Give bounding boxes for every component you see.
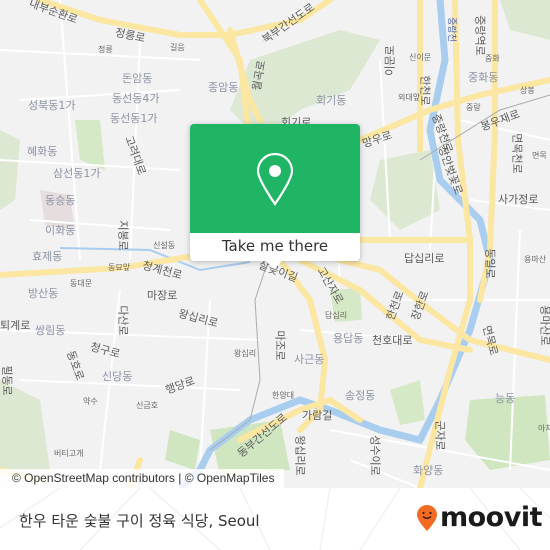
station-label: 아차산: [538, 424, 550, 433]
station-label: 신금호: [136, 401, 159, 410]
station-label: 신이문: [409, 53, 432, 62]
station-label: 답십리: [325, 311, 348, 320]
road-label: 답십리로: [404, 252, 445, 265]
road-label: 성수이로: [368, 435, 382, 476]
station-label: 신설동: [153, 241, 176, 250]
district-label: 쌍림동: [35, 324, 66, 337]
district-label: 화양동: [413, 464, 444, 477]
district-label: 회기동: [316, 94, 347, 107]
district-label: 이화동: [45, 224, 76, 237]
road-label: 한천로: [418, 75, 432, 106]
road-label: 다산로: [116, 305, 130, 336]
station-label: 정릉: [98, 45, 113, 54]
map-view[interactable]: 돈암동 동선동4가 동선동1가 성북동1가 혜화동 삼선동1가 동승동 이화동 …: [0, 0, 550, 488]
road-label: 군자로: [433, 420, 447, 451]
district-label: 성북동1가: [28, 99, 76, 112]
popup-pointer: [265, 260, 283, 269]
moovit-wordmark: moovit: [440, 502, 543, 533]
station-label: 왕십리: [234, 349, 257, 358]
road-label: 마조로: [273, 330, 287, 361]
district-label: 효제동: [32, 250, 63, 263]
district-label: 용답동: [333, 332, 364, 345]
station-label: 중화: [485, 54, 500, 63]
road-label: 동일로: [483, 248, 497, 279]
road-label: 사가정로: [498, 193, 539, 206]
district-label: 혜화동: [27, 145, 58, 158]
station-label: 버티고개: [54, 449, 84, 458]
station-label: 상봉: [520, 86, 535, 95]
district-label: 사근동: [294, 353, 325, 366]
road-label: 필동로: [0, 365, 14, 396]
district-label: 중화동: [468, 71, 499, 84]
road-label: 퇴계로: [0, 319, 31, 332]
moovit-pin-icon: [417, 504, 437, 531]
road-label: 지봉로: [116, 220, 130, 251]
district-label: 송정동: [345, 389, 376, 402]
road-label: 왕십리로: [293, 435, 307, 476]
station-label: 외대앞: [398, 93, 421, 102]
place-name: 한우 타운 숯불 구이 정육 식당, Seoul: [19, 512, 260, 530]
district-label: 능동: [495, 392, 516, 405]
road-label: 마장로: [147, 289, 178, 302]
road-label: 가람길: [302, 409, 333, 422]
station-label: 중랑: [466, 103, 481, 112]
road-label: 이문로: [383, 45, 397, 76]
district-label: 동선동4가: [112, 92, 160, 105]
popup-header: [190, 124, 360, 233]
moovit-logo[interactable]: moovit: [416, 502, 543, 533]
road-label: 면목천로: [510, 133, 524, 174]
station-label: 동묘앞: [108, 263, 131, 272]
station-label: 용마산: [524, 255, 547, 264]
station-label: 면목: [532, 151, 547, 160]
station-label: 길음: [170, 43, 185, 52]
destination-popup: Take me there: [190, 124, 360, 269]
road-label: 중랑역로: [473, 15, 487, 56]
district-label: 신당동: [102, 370, 133, 383]
river-label: 중랑천: [445, 17, 456, 42]
footer: 한우 타운 숯불 구이 정육 식당, Seoul moovit: [0, 488, 550, 550]
station-label: 한양대: [272, 391, 295, 400]
map-attribution[interactable]: © OpenStreetMap contributors | © OpenMap…: [0, 469, 285, 488]
station-label: 동대문: [70, 279, 93, 288]
district-label: 방산동: [28, 287, 59, 300]
take-me-there-button[interactable]: Take me there: [190, 233, 360, 261]
road-label: 천호대로: [372, 334, 413, 347]
district-label: 동선동1가: [110, 112, 158, 125]
district-label: 동승동: [45, 194, 76, 207]
station-label: 약수: [83, 397, 98, 406]
road-label: 용마산로: [538, 305, 550, 346]
location-pin-icon: [256, 152, 294, 206]
district-label: 종암동: [208, 81, 239, 94]
district-label: 돈암동: [122, 72, 153, 85]
district-label: 삼선동1가: [53, 167, 101, 180]
